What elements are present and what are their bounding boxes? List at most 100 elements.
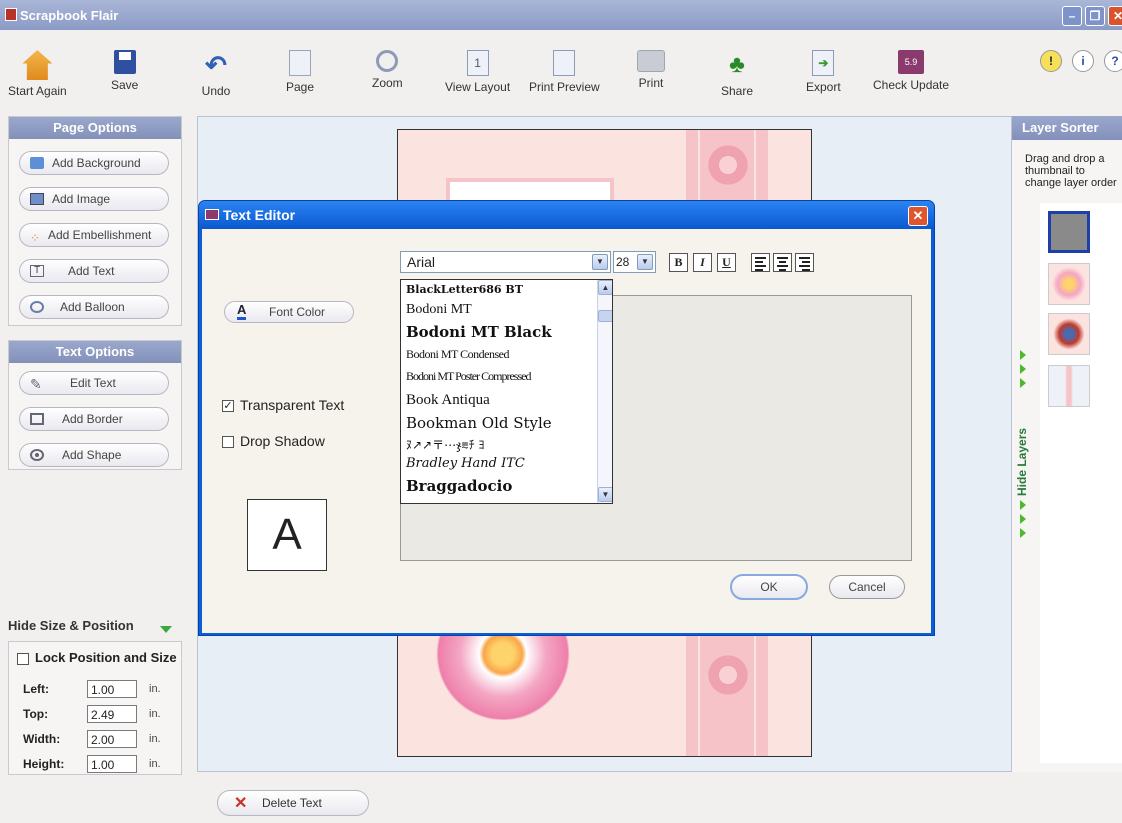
delete-text-button[interactable]: ✕ Delete Text xyxy=(217,790,369,816)
add-text-button[interactable]: T Add Text xyxy=(19,259,169,283)
font-color-button[interactable]: A Font Color xyxy=(224,301,354,323)
minimize-button[interactable]: – xyxy=(1062,6,1082,26)
add-balloon-button[interactable]: Add Balloon xyxy=(19,295,169,319)
start-again-button[interactable]: Start Again xyxy=(8,50,67,98)
checkbox-icon[interactable] xyxy=(222,436,234,449)
text-icon: T xyxy=(30,265,44,277)
add-image-button[interactable]: Add Image xyxy=(19,187,169,211)
lock-position-checkbox[interactable]: Lock Position and Size xyxy=(17,650,177,665)
width-unit: in. xyxy=(149,733,161,745)
close-button[interactable]: ✕ xyxy=(1108,6,1122,26)
font-dropdown-list[interactable]: BlackLetter686 BT Bodoni MT Bodoni MT Bl… xyxy=(400,279,613,504)
dialog-body: Arial ▼ 28 ▼ B I U A Font Color ✓ Transpa… xyxy=(202,229,931,633)
left-input[interactable]: 1.00 xyxy=(87,680,137,698)
arrow-right-icon[interactable] xyxy=(1020,528,1026,538)
height-label: Height: xyxy=(23,757,65,771)
print-button[interactable]: Print xyxy=(637,50,665,90)
height-unit: in. xyxy=(149,758,161,770)
print-preview-icon xyxy=(553,50,576,76)
font-family-select[interactable]: Arial ▼ xyxy=(400,251,611,273)
checkbox-checked-icon[interactable]: ✓ xyxy=(222,400,234,413)
ok-button[interactable]: OK xyxy=(730,574,808,600)
page-icon xyxy=(289,50,312,76)
width-input[interactable]: 2.00 xyxy=(87,730,137,748)
chevron-down-icon[interactable]: ▼ xyxy=(637,254,653,270)
add-embellishment-button[interactable]: ⁘ Add Embellishment xyxy=(19,223,169,247)
layer-thumbnail[interactable] xyxy=(1048,263,1090,305)
add-background-button[interactable]: Add Background xyxy=(19,151,169,175)
layer-sorter-description: Drag and drop a thumbnail to change laye… xyxy=(1025,153,1117,189)
font-option[interactable]: Bradley Hand ITC xyxy=(406,456,525,471)
font-option[interactable]: Bodoni MT Condensed xyxy=(406,347,509,362)
dialog-title: Text Editor xyxy=(223,207,296,223)
checkbox-icon[interactable] xyxy=(17,652,29,665)
tips-icon[interactable]: ! xyxy=(1040,50,1062,72)
main-toolbar: Start Again Save ↶ Undo Page Zoom 1 View… xyxy=(0,30,1122,110)
layer-thumbnail-list[interactable] xyxy=(1040,203,1122,763)
layer-thumbnail[interactable] xyxy=(1048,211,1090,253)
arrow-right-icon[interactable] xyxy=(1020,378,1026,388)
arrow-right-icon[interactable] xyxy=(1020,350,1026,360)
title-bar: Scrapbook Flair – ❐ ✕ xyxy=(0,0,1122,30)
font-option[interactable]: Book Antiqua xyxy=(406,392,490,409)
font-size-select[interactable]: 28 ▼ xyxy=(613,251,656,273)
drop-shadow-checkbox[interactable]: Drop Shadow xyxy=(222,433,325,449)
font-option[interactable]: Braggadocio xyxy=(406,477,512,495)
restore-button[interactable]: ❐ xyxy=(1085,6,1105,26)
page-button[interactable]: Page xyxy=(286,50,314,94)
view-layout-button[interactable]: 1 View Layout xyxy=(445,50,510,94)
add-border-button[interactable]: Add Border xyxy=(19,407,169,431)
arrow-right-icon[interactable] xyxy=(1020,364,1026,374)
scroll-up-icon[interactable]: ▲ xyxy=(598,280,612,295)
people-icon: ♣ xyxy=(729,51,745,78)
layer-thumbnail[interactable] xyxy=(1048,313,1090,355)
font-option[interactable]: Bookman Old Style xyxy=(406,414,552,432)
edit-text-button[interactable]: ✎ Edit Text xyxy=(19,371,169,395)
sparkle-icon: ⁘ xyxy=(30,231,41,245)
undo-button[interactable]: ↶ Undo xyxy=(201,50,231,98)
add-shape-button[interactable]: Add Shape xyxy=(19,443,169,467)
check-update-button[interactable]: 5.9 Check Update xyxy=(873,50,949,92)
chevron-down-icon[interactable] xyxy=(160,626,172,633)
share-button[interactable]: ♣ Share xyxy=(721,50,753,98)
hide-layers-toggle[interactable]: Hide Layers xyxy=(1015,396,1031,496)
width-label: Width: xyxy=(23,732,61,746)
zoom-button[interactable]: Zoom xyxy=(372,50,403,90)
cancel-button[interactable]: Cancel xyxy=(829,575,905,599)
align-center-button[interactable] xyxy=(773,253,792,272)
dialog-close-button[interactable]: ✕ xyxy=(908,206,928,226)
top-unit: in. xyxy=(149,708,161,720)
align-right-button[interactable] xyxy=(795,253,814,272)
chevron-down-icon[interactable]: ▼ xyxy=(592,254,608,270)
underline-button[interactable]: U xyxy=(717,253,736,272)
window-title: Scrapbook Flair xyxy=(20,8,119,23)
arrow-right-icon[interactable] xyxy=(1020,514,1026,524)
font-preview: A xyxy=(247,499,327,571)
font-option[interactable]: Bodoni MT Black xyxy=(406,323,552,341)
font-option[interactable]: ﾇ↗↗〒⋯ჯ⩳ﾁ ﾖ xyxy=(406,436,484,453)
font-option[interactable]: BlackLetter686 BT xyxy=(406,283,523,296)
layer-thumbnail[interactable] xyxy=(1048,365,1090,407)
font-option[interactable]: Bodoni MT xyxy=(406,302,472,318)
scrollbar-thumb[interactable] xyxy=(598,310,612,322)
flower-embellishment[interactable] xyxy=(703,140,753,190)
align-left-button[interactable] xyxy=(751,253,770,272)
print-preview-button[interactable]: Print Preview xyxy=(529,50,600,94)
flower-embellishment[interactable] xyxy=(703,650,753,700)
transparent-text-checkbox[interactable]: ✓ Transparent Text xyxy=(222,397,344,413)
help-icon[interactable]: ? xyxy=(1104,50,1122,72)
arrow-right-icon[interactable] xyxy=(1020,500,1026,510)
height-input[interactable]: 1.00 xyxy=(87,755,137,773)
bold-button[interactable]: B xyxy=(669,253,688,272)
font-option[interactable]: Bodoni MT Poster Compressed xyxy=(406,369,531,384)
dialog-title-bar: Text Editor ✕ xyxy=(199,201,934,229)
info-icon[interactable]: i xyxy=(1072,50,1094,72)
top-input[interactable]: 2.49 xyxy=(87,705,137,723)
export-button[interactable]: ➔ Export xyxy=(806,50,841,94)
italic-button[interactable]: I xyxy=(693,253,712,272)
border-icon xyxy=(30,413,44,425)
font-list-scrollbar[interactable]: ▲ ▼ xyxy=(597,280,612,503)
size-position-toggle[interactable]: Hide Size & Position xyxy=(8,618,134,633)
save-button[interactable]: Save xyxy=(111,50,138,92)
scroll-down-icon[interactable]: ▼ xyxy=(598,487,612,502)
